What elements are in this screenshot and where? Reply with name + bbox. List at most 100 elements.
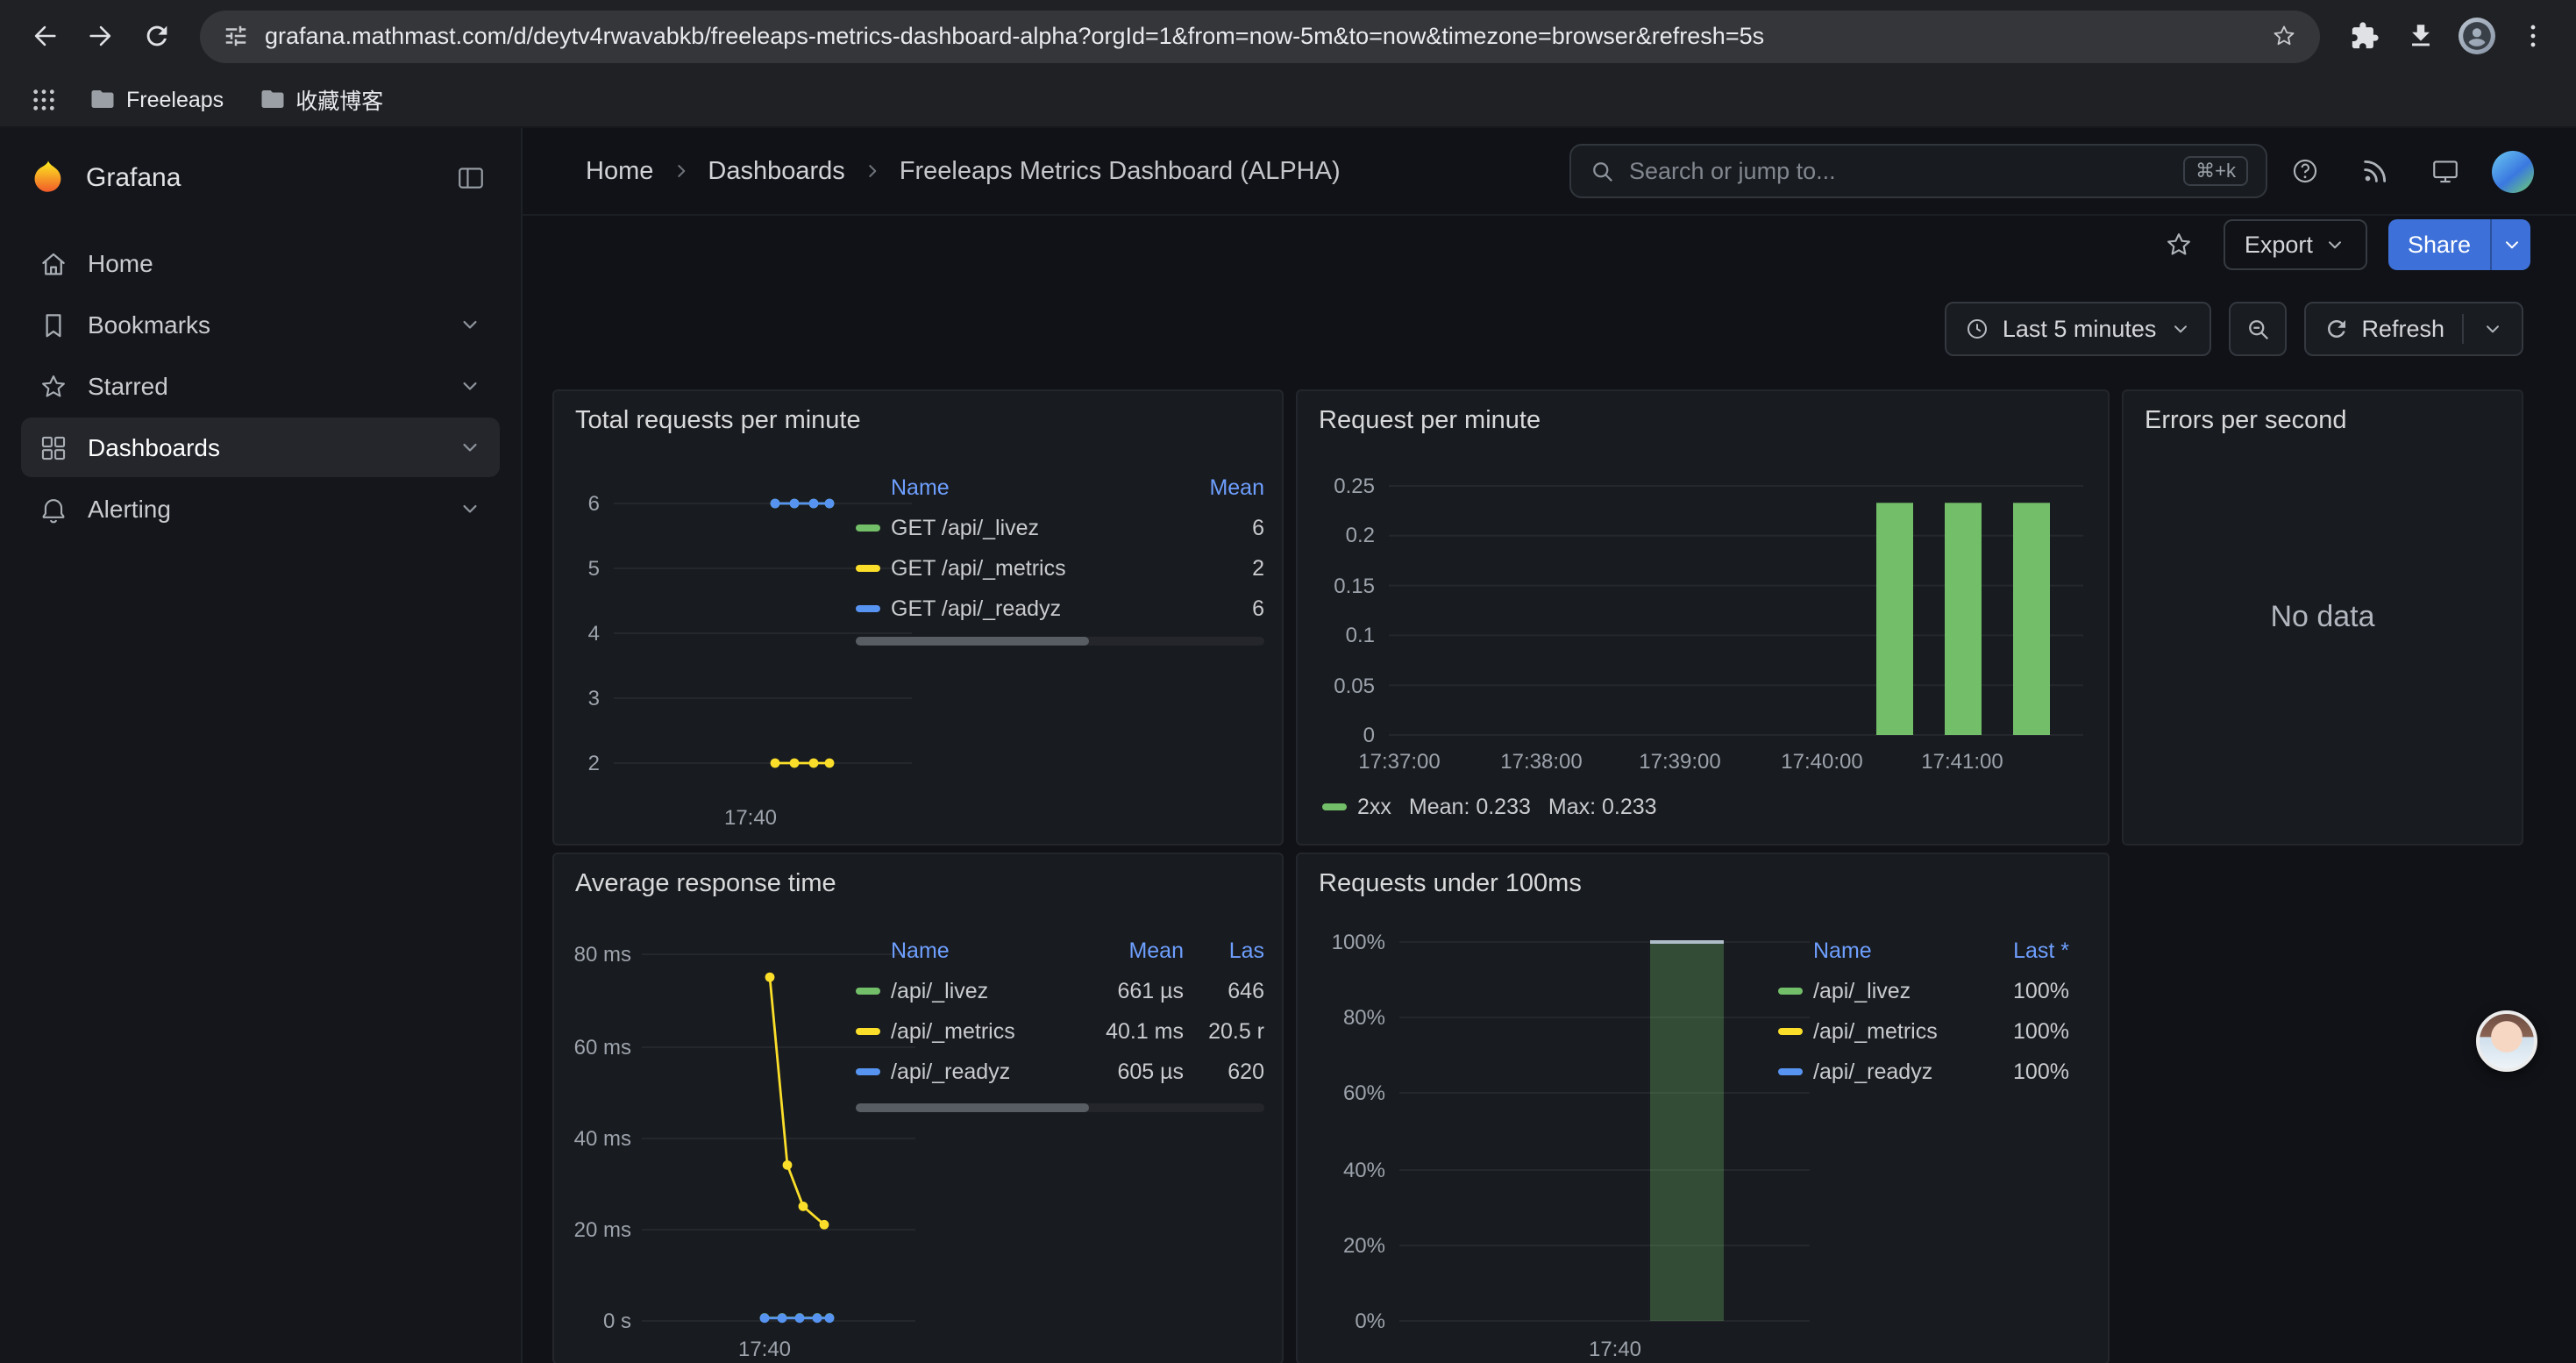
series-swatch (856, 564, 880, 571)
y-tick: 0.1 (1346, 624, 1375, 647)
series-name: GET /api/_readyz (891, 596, 1184, 620)
url-input[interactable] (265, 23, 2255, 49)
legend-scrollbar[interactable] (856, 637, 1264, 646)
grafana-logo-icon[interactable] (28, 157, 68, 197)
share-label[interactable]: Share (2388, 219, 2490, 270)
chevron-down-icon[interactable] (458, 496, 482, 521)
export-button[interactable]: Export (2224, 219, 2367, 270)
legend-col-name[interactable]: Name (891, 475, 1184, 500)
legend-col-mean[interactable]: Mean (1082, 938, 1184, 963)
reload-button[interactable] (130, 10, 182, 62)
series-swatch (856, 1067, 880, 1074)
panel-total-requests: Total requests per minute 6 5 4 3 2 17:4… (552, 389, 1284, 846)
series-mean: Mean: 0.233 (1409, 795, 1531, 819)
site-settings-icon[interactable] (223, 23, 249, 49)
scrollbar-thumb[interactable] (856, 637, 1089, 646)
share-menu-caret[interactable] (2490, 219, 2530, 270)
home-icon (39, 248, 68, 278)
dashboard-actions-bar: Export Share (523, 216, 2576, 274)
chevron-down-icon[interactable] (2481, 318, 2504, 340)
sidebar-item-alerting[interactable]: Alerting (21, 479, 500, 539)
zoom-out-button[interactable] (2228, 302, 2286, 356)
kiosk-monitor-icon[interactable] (2422, 147, 2469, 195)
bar-chart-requests-per-minute[interactable]: 0.25 0.2 0.15 0.1 0.05 0 17:37:00 17:38:… (1312, 468, 2096, 788)
legend-col-last[interactable]: Last * (1985, 938, 2069, 963)
legend-row[interactable]: /api/_readyz 100% (1778, 1051, 2069, 1091)
grafana-topbar: Home Dashboards Freeleaps Metrics Dashbo… (523, 128, 2576, 216)
apps-grid-icon[interactable] (21, 76, 67, 122)
sidebar-item-label: Alerting (88, 495, 171, 523)
refresh-icon (2323, 316, 2349, 342)
breadcrumb-home[interactable]: Home (586, 157, 653, 185)
legend-scrollbar[interactable] (856, 1103, 1264, 1112)
chevron-down-icon[interactable] (458, 312, 482, 337)
back-button[interactable] (18, 10, 70, 62)
help-icon[interactable] (2281, 147, 2329, 195)
legend-row[interactable]: /api/_readyz 605 µs 620 (856, 1051, 1264, 1091)
legend-col-last[interactable]: Las (1194, 938, 1264, 963)
topbar-icons (2281, 147, 2541, 195)
scrollbar-thumb[interactable] (856, 1103, 1089, 1112)
browser-menu-icon[interactable] (2506, 10, 2558, 62)
bar-chart-under-100ms[interactable]: 100% 80% 60% 40% 20% 0% 17:40 (1312, 931, 1820, 1363)
share-button[interactable]: Share (2388, 219, 2530, 270)
downloads-icon[interactable] (2394, 10, 2446, 62)
chevron-down-icon (2323, 233, 2346, 256)
legend-col-name[interactable]: Name (1813, 938, 1975, 963)
sidebar-item-bookmarks[interactable]: Bookmarks (21, 295, 500, 354)
legend-col-mean[interactable]: Mean (1194, 475, 1264, 500)
x-tick: 17:39:00 (1639, 750, 1720, 774)
news-rss-icon[interactable] (2352, 147, 2399, 195)
chevron-down-icon[interactable] (458, 435, 482, 460)
legend-row[interactable]: /api/_livez 100% (1778, 970, 2069, 1010)
y-tick: 60% (1343, 1081, 1385, 1105)
search-box[interactable]: ⌘+k (1569, 144, 2267, 198)
screen: Freeleaps 收藏博客 Grafana Home (0, 0, 2576, 1363)
legend-col-name[interactable]: Name (891, 938, 1071, 963)
sidebar-item-dashboards[interactable]: Dashboards (21, 417, 500, 477)
sidebar-item-label: Dashboards (88, 433, 220, 461)
sidebar-toggle-icon[interactable] (447, 154, 493, 200)
sidebar-item-label: Home (88, 249, 153, 277)
y-tick: 0% (1355, 1309, 1385, 1333)
bookmark-star-icon[interactable] (2271, 23, 2297, 49)
favorite-star-icon[interactable] (2155, 221, 2202, 268)
legend-row[interactable]: GET /api/_readyz 6 (856, 588, 1264, 628)
legend-row[interactable]: GET /api/_metrics 2 (856, 547, 1264, 588)
refresh-control[interactable]: Refresh (2303, 302, 2523, 356)
sidebar-item-home[interactable]: Home (21, 233, 500, 293)
series-swatch (856, 1027, 880, 1034)
extensions-icon[interactable] (2338, 10, 2390, 62)
search-input[interactable] (1629, 158, 2169, 184)
panel-title[interactable]: Total requests per minute (554, 391, 1282, 435)
legend-row[interactable]: /api/_metrics 100% (1778, 1010, 2069, 1051)
user-avatar[interactable] (2492, 150, 2534, 192)
forward-button[interactable] (74, 10, 126, 62)
browser-profile-avatar[interactable] (2450, 10, 2502, 62)
legend-row[interactable]: /api/_metrics 40.1 ms 20.5 r (856, 1010, 1264, 1051)
bookmark-folder-blogs[interactable]: 收藏博客 (246, 77, 395, 121)
legend-row[interactable]: /api/_livez 661 µs 646 (856, 970, 1264, 1010)
x-tick: 17:40 (1589, 1338, 1641, 1361)
series-last: 100% (1985, 978, 2069, 1003)
y-tick: 0 s (603, 1309, 631, 1333)
series-name: /api/_metrics (891, 1018, 1071, 1043)
bookmark-folder-freeleaps[interactable]: Freeleaps (77, 81, 236, 118)
sidebar-item-starred[interactable]: Starred (21, 356, 500, 416)
sidebar-item-label: Starred (88, 372, 168, 400)
zoom-out-icon (2244, 316, 2270, 342)
time-range-picker[interactable]: Last 5 minutes (1945, 302, 2211, 356)
series-mean: 2 (1194, 555, 1264, 580)
y-tick: 0.05 (1334, 674, 1375, 698)
panel-title[interactable]: Requests under 100ms (1298, 854, 2108, 898)
floating-assistant-avatar[interactable] (2476, 1010, 2537, 1072)
breadcrumb-dashboards[interactable]: Dashboards (708, 157, 844, 185)
panel-average-response-time: Average response time 80 ms 60 ms 40 ms … (552, 853, 1284, 1363)
panel-title[interactable]: Average response time (554, 854, 1282, 898)
search-shortcut-badge: ⌘+k (2183, 156, 2248, 186)
panel-title[interactable]: Request per minute (1298, 391, 2108, 435)
legend-inline[interactable]: 2xx Mean: 0.233 Max: 0.233 (1322, 795, 1657, 819)
address-bar[interactable] (200, 10, 2320, 62)
legend-row[interactable]: GET /api/_livez 6 (856, 507, 1264, 547)
chevron-down-icon[interactable] (458, 374, 482, 398)
